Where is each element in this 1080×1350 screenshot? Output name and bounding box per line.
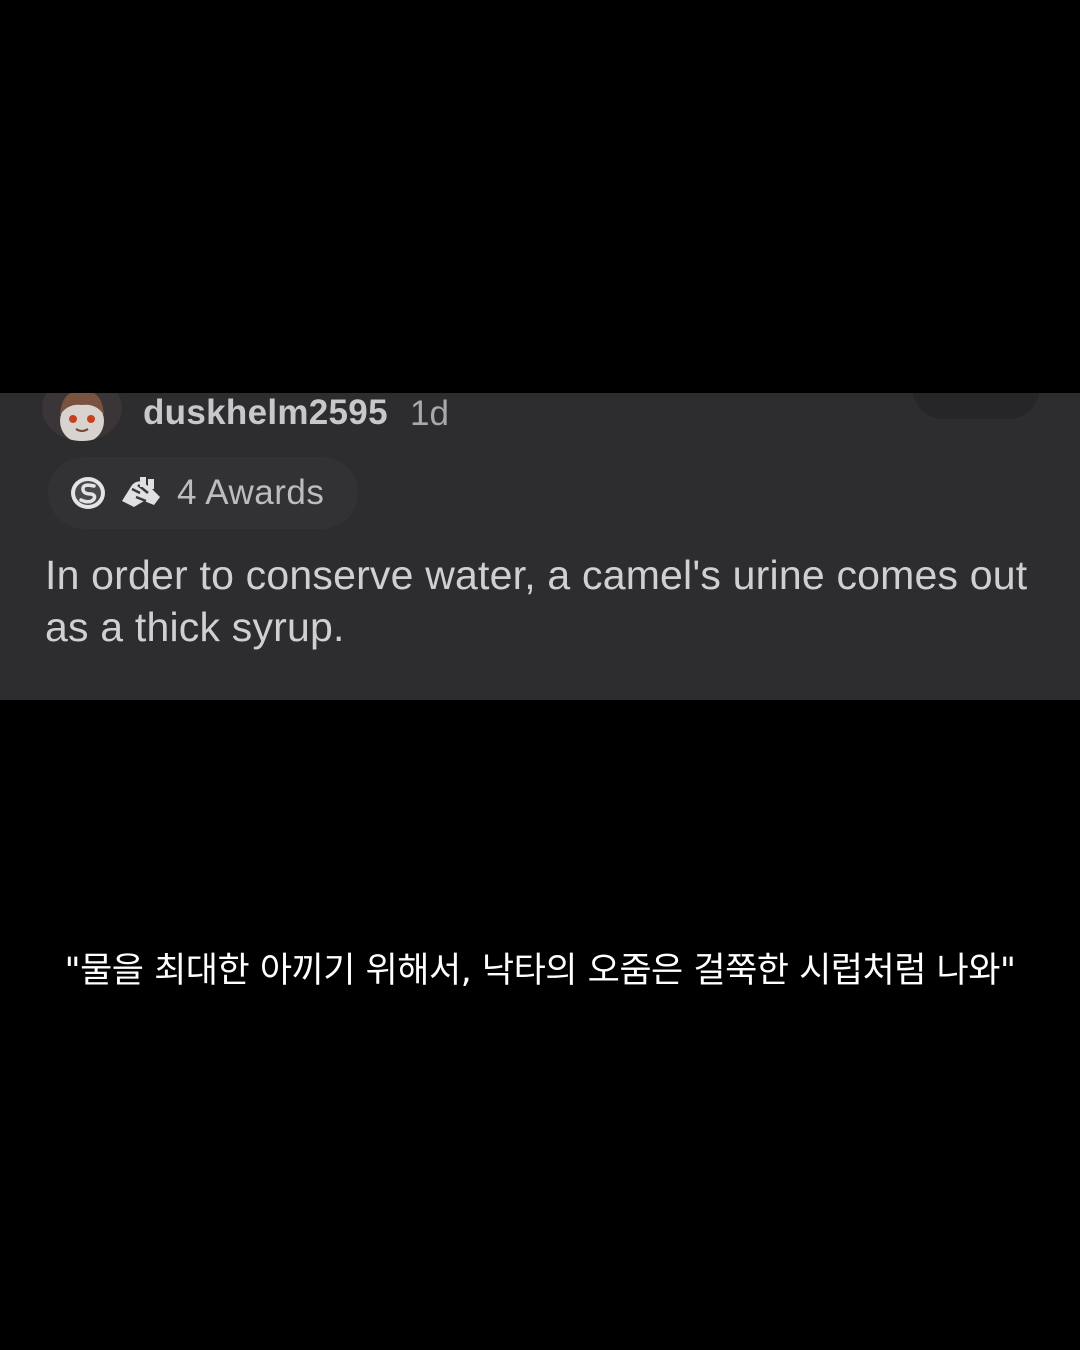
comment-body: In order to conserve water, a camel's ur… (45, 552, 1028, 650)
awards-count-label: 4 Awards (177, 473, 325, 512)
username[interactable]: duskhelm2595 (143, 393, 388, 433)
comment-card: duskhelm2595 1d 4 Awards In order to con… (0, 393, 1080, 700)
awards-badge[interactable]: 4 Awards (48, 457, 358, 529)
silver-award-icon (68, 471, 108, 516)
avatar[interactable] (42, 393, 122, 441)
handshake-award-icon (118, 471, 164, 518)
translation-subtitle: "물을 최대한 아끼기 위해서, 낙타의 오줌은 걸쭉한 시럽처럼 나와" (64, 951, 1016, 991)
timestamp: 1d (410, 394, 449, 433)
snoo-avatar-icon (60, 393, 104, 441)
overflow-menu-button[interactable] (912, 393, 1040, 419)
